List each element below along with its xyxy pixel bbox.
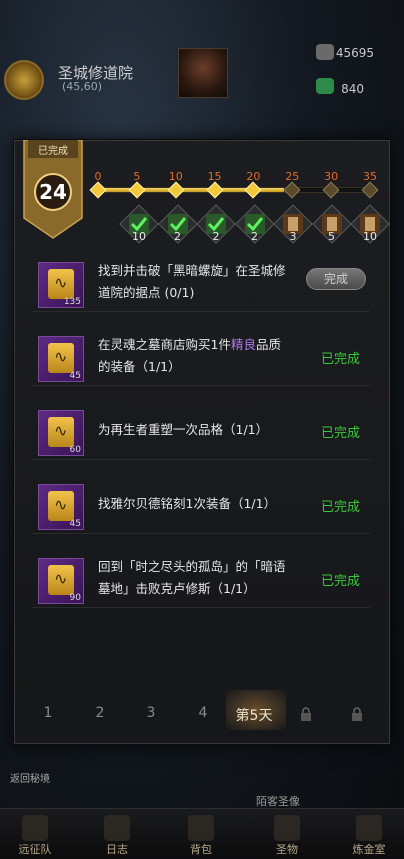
task-text-line1: 找到并击破「黑暗螺旋」在圣城修 [98,263,286,278]
nav-label: 日志 [106,843,128,856]
reward-count: 5 [328,230,335,243]
day-tab-3[interactable]: 3 [147,705,156,721]
alchemy-icon [356,815,382,841]
scroll-icon: 60 [38,410,84,456]
task-text-line2: 的装备（1/1） [98,359,181,374]
nav-expedition[interactable]: 远征队 [0,809,70,859]
stranger-statue-label: 陌客圣像 [256,795,300,808]
task-description: 回到「时之尽头的孤岛」的「暗语 墓地」击败克卢修斯（1/1） [98,556,298,600]
scroll-icon: 45 [38,336,84,382]
reward-count: 2 [251,230,258,243]
stone-resource-icon [316,44,334,60]
task-row[interactable]: 135 找到并击破「黑暗螺旋」在圣城修道院的据点 (0/1) 完成 [32,254,370,312]
scroll-icon: 45 [38,484,84,530]
task-status: 已完成 [320,500,360,515]
task-description: 找雅尔贝德铭刻1次装备（1/1） [98,496,277,511]
task-text-post: 品质 [255,337,281,352]
banner-progress-value: 24 [39,180,67,204]
task-description: 为再生者重塑一次品格（1/1） [98,422,269,437]
task-row[interactable]: 45 在灵魂之墓商店购买1件精良品质的装备（1/1） 已完成 [32,328,370,386]
scroll-icon: 90 [38,558,84,604]
lock-icon[interactable] [351,707,363,721]
task-row[interactable]: 90 回到「时之尽头的孤岛」的「暗语墓地」击败克卢修斯（1/1） 已完成 [32,550,370,608]
task-row[interactable]: 60 为再生者重塑一次品格（1/1） 已完成 [32,402,370,460]
complete-button[interactable]: 完成 [306,268,366,290]
reward-count: 2 [212,230,220,243]
reward-count: 3 [289,230,297,243]
completed-banner: 已完成 24 [22,139,84,240]
day-tab-1[interactable]: 1 [44,705,53,721]
nav-label: 圣物 [276,843,298,856]
task-description: 找到并击破「黑暗螺旋」在圣城修 道院的据点 (0/1) [98,260,298,304]
task-text-line2: 墓地」击败克卢修斯（1/1） [98,581,256,596]
task-icon-number: 60 [69,445,81,455]
reward-count: 10 [132,230,146,243]
task-row[interactable]: 45 找雅尔贝德铭刻1次装备（1/1） 已完成 [32,476,370,534]
day-tabs: 1 2 3 4 第5天 [32,705,372,727]
task-status: 已完成 [320,426,360,441]
reward-count: 2 [174,230,181,243]
day-tab-2[interactable]: 2 [96,705,105,721]
quality-highlight: 精良 [230,337,256,352]
task-status: 已完成 [320,574,360,589]
bag-icon [188,815,214,841]
task-icon-number: 135 [63,297,81,307]
torch-icon [274,815,300,841]
task-text-line1: 回到「时之尽头的孤岛」的「暗语 [98,559,286,574]
resource-1-value: 45695 [335,46,374,60]
nav-alchemy[interactable]: 炼金室 [334,809,404,859]
lock-icon[interactable] [300,707,312,721]
reward-count: 10 [363,230,377,243]
location-coords: (45,60) [62,80,103,93]
day-tab-5[interactable]: 第5天 [236,705,273,725]
task-icon-number: 45 [69,519,81,529]
task-icon-number: 90 [69,593,81,603]
nav-label: 背包 [190,843,212,856]
task-description: 在灵魂之墓商店购买1件精良品质的装备（1/1） [98,334,298,378]
task-icon-number: 45 [69,371,81,381]
nav-log[interactable]: 日志 [82,809,152,859]
helmet-icon [22,815,48,841]
resource-2-value: 840 [341,82,364,96]
task-text-line2: 道院的据点 (0/1) [98,285,195,300]
nav-bag[interactable]: 背包 [166,809,236,859]
banner-title: 已完成 [38,146,68,157]
scroll-icon: 135 [38,262,84,308]
nav-label: 远征队 [18,843,52,856]
scroll-log-icon [104,815,130,841]
day-tab-4[interactable]: 4 [199,705,208,721]
task-text-pre: 在灵魂之墓商店购买1件 [98,337,231,352]
hero-portrait[interactable] [178,48,228,98]
nav-relic[interactable]: 圣物 [252,809,322,859]
gem-resource-icon [316,78,334,94]
task-status: 已完成 [320,352,360,367]
player-level-badge[interactable] [4,60,44,100]
bottom-nav: 远征队 日志 背包 圣物 炼金室 [0,808,404,858]
nav-label: 炼金室 [352,843,386,856]
return-realm-label[interactable]: 返回秘境 [10,770,50,785]
